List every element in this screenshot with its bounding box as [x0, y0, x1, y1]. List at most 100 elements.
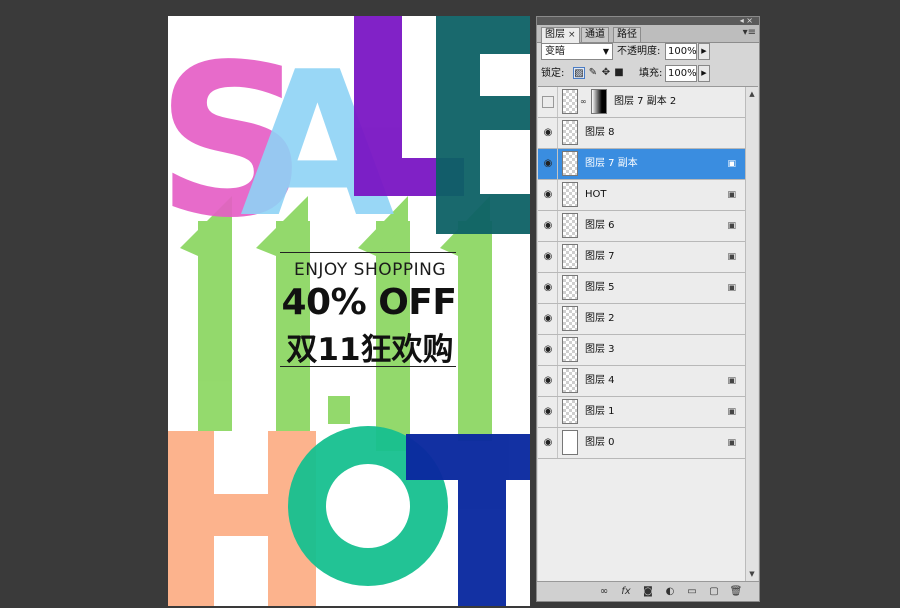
lock-position-icon[interactable]: ✥: [600, 67, 612, 79]
layer-name: 图层 7 副本: [585, 158, 638, 169]
layer-thumbnail: [562, 306, 578, 331]
layer-row[interactable]: ◉ 图层 8: [538, 118, 746, 149]
eye-icon[interactable]: ◉: [542, 220, 554, 232]
layer-name: 图层 3: [585, 344, 615, 355]
lock-label: 锁定:: [541, 68, 565, 79]
collapse-icon[interactable]: ◂ ×: [740, 16, 753, 25]
lock-all-icon[interactable]: ■: [613, 67, 625, 79]
fill-field[interactable]: 100%: [665, 65, 697, 82]
blend-mode-select[interactable]: 变暗 ▼: [541, 43, 613, 60]
tab-paths[interactable]: 路径: [613, 27, 641, 42]
lock-icon: ▣: [727, 159, 736, 169]
lock-icon: ▣: [727, 252, 736, 262]
eye-icon[interactable]: ◉: [542, 437, 554, 449]
layer-name: HOT: [585, 189, 607, 200]
link-chain-icon[interactable]: ∞: [580, 97, 587, 106]
panel-tabs: 图层 × 通道 路径 ▾≡: [537, 25, 759, 43]
tab-channels-label: 通道: [585, 29, 605, 40]
layer-name: 图层 4: [585, 375, 615, 386]
tab-paths-label: 路径: [617, 29, 637, 40]
new-layer-icon[interactable]: ▢: [707, 585, 721, 598]
panel-titlebar[interactable]: ◂ ×: [537, 16, 759, 25]
layer-thumbnail: [562, 337, 578, 362]
layer-name: 图层 6: [585, 220, 615, 231]
top-divider-line: [280, 252, 456, 253]
layer-row-selected[interactable]: ◉ 图层 7 副本 ▣: [538, 149, 746, 180]
layer-name: 图层 7: [585, 251, 615, 262]
layer-row[interactable]: ◉ 图层 0 ▣: [538, 428, 746, 459]
visibility-toggle[interactable]: [542, 96, 554, 108]
layer-row[interactable]: ∞ 图层 7 副本 2: [538, 87, 746, 118]
layer-thumbnail: [562, 430, 578, 455]
opacity-field[interactable]: 100%: [665, 43, 697, 60]
layer-thumbnail: [562, 151, 578, 176]
layers-scrollbar[interactable]: ▲ ▼: [745, 87, 758, 581]
layer-thumbnail: [562, 368, 578, 393]
discount-text: 40% OFF: [281, 282, 458, 323]
lock-icon: ▣: [727, 376, 736, 386]
layer-thumbnail: [562, 244, 578, 269]
lock-icon: ▣: [727, 283, 736, 293]
fill-label: 填充:: [639, 68, 663, 79]
panel-menu-icon[interactable]: ▾≡: [743, 27, 756, 38]
letter-e-shape: [436, 16, 530, 234]
adjustment-layer-icon[interactable]: ◐: [663, 585, 677, 598]
layer-row[interactable]: ◉ 图层 4 ▣: [538, 366, 746, 397]
fill-arrow-icon[interactable]: ▶: [698, 65, 710, 82]
blend-mode-value: 变暗: [545, 46, 565, 57]
eye-icon[interactable]: ◉: [542, 158, 554, 170]
opacity-arrow-icon[interactable]: ▶: [698, 43, 710, 60]
layer-name: 图层 5: [585, 282, 615, 293]
scroll-up-icon[interactable]: ▲: [747, 89, 757, 99]
layers-list: ∞ 图层 7 副本 2 ◉ 图层 8 ◉ 图层 7 副本 ▣ ◉ HOT ▣ ◉…: [538, 86, 758, 581]
lock-icon: ▣: [727, 438, 736, 448]
fx-icon[interactable]: fx: [619, 585, 633, 598]
double-eleven-text: 双11狂欢购: [286, 332, 454, 368]
eye-icon[interactable]: ◉: [542, 313, 554, 325]
layer-name: 图层 1: [585, 406, 615, 417]
lock-icon: ▣: [727, 221, 736, 231]
lock-icon: ▣: [727, 407, 736, 417]
layer-thumbnail: [562, 399, 578, 424]
lock-transparent-icon[interactable]: ▨: [573, 67, 585, 79]
layer-thumbnail: [562, 120, 578, 145]
new-group-icon[interactable]: ▭: [685, 585, 699, 598]
layer-name: 图层 0: [585, 437, 615, 448]
eye-icon[interactable]: ◉: [542, 375, 554, 387]
layer-row[interactable]: ◉ HOT ▣: [538, 180, 746, 211]
layer-row[interactable]: ◉ 图层 6 ▣: [538, 211, 746, 242]
layer-thumbnail: [562, 182, 578, 207]
scroll-down-icon[interactable]: ▼: [747, 569, 757, 579]
add-mask-icon[interactable]: ◙: [641, 585, 655, 598]
enjoy-shopping-text: ENJOY SHOPPING: [293, 260, 447, 280]
layer-name: 图层 7 副本 2: [614, 96, 677, 107]
lock-icon: ▣: [727, 190, 736, 200]
eye-icon[interactable]: ◉: [542, 127, 554, 139]
layer-row[interactable]: ◉ 图层 5 ▣: [538, 273, 746, 304]
layer-thumbnail: [562, 213, 578, 238]
layer-row[interactable]: ◉ 图层 7 ▣: [538, 242, 746, 273]
layer-thumbnail: [562, 89, 578, 114]
eye-icon[interactable]: ◉: [542, 189, 554, 201]
lock-pixels-icon[interactable]: ✎: [587, 67, 599, 79]
layer-name: 图层 2: [585, 313, 615, 324]
layers-panel: ◂ × 图层 × 通道 路径 ▾≡ 变暗 ▼ 不透明度: 100% ▶ 锁定: ▨…: [536, 16, 760, 602]
link-layers-icon[interactable]: ∞: [597, 585, 611, 598]
bottom-divider-line: [280, 366, 456, 367]
eye-icon[interactable]: ◉: [542, 406, 554, 418]
eye-icon[interactable]: ◉: [542, 251, 554, 263]
tab-layers-label: 图层: [545, 29, 565, 40]
layer-row[interactable]: ◉ 图层 1 ▣: [538, 397, 746, 428]
tab-channels[interactable]: 通道: [581, 27, 609, 42]
layer-row[interactable]: ◉ 图层 3: [538, 335, 746, 366]
canvas-document[interactable]: S A ENJOY SHOPPING 40% OFF 双11狂欢购: [168, 16, 530, 606]
layer-mask-thumbnail[interactable]: [591, 89, 607, 114]
layer-row[interactable]: ◉ 图层 2: [538, 304, 746, 335]
tab-layers[interactable]: 图层 ×: [541, 27, 580, 43]
chevron-down-icon: ▼: [602, 47, 609, 56]
layer-thumbnail: [562, 275, 578, 300]
eye-icon[interactable]: ◉: [542, 344, 554, 356]
tab-close-icon[interactable]: ×: [568, 30, 576, 40]
trash-icon[interactable]: 🗑: [729, 585, 743, 598]
eye-icon[interactable]: ◉: [542, 282, 554, 294]
